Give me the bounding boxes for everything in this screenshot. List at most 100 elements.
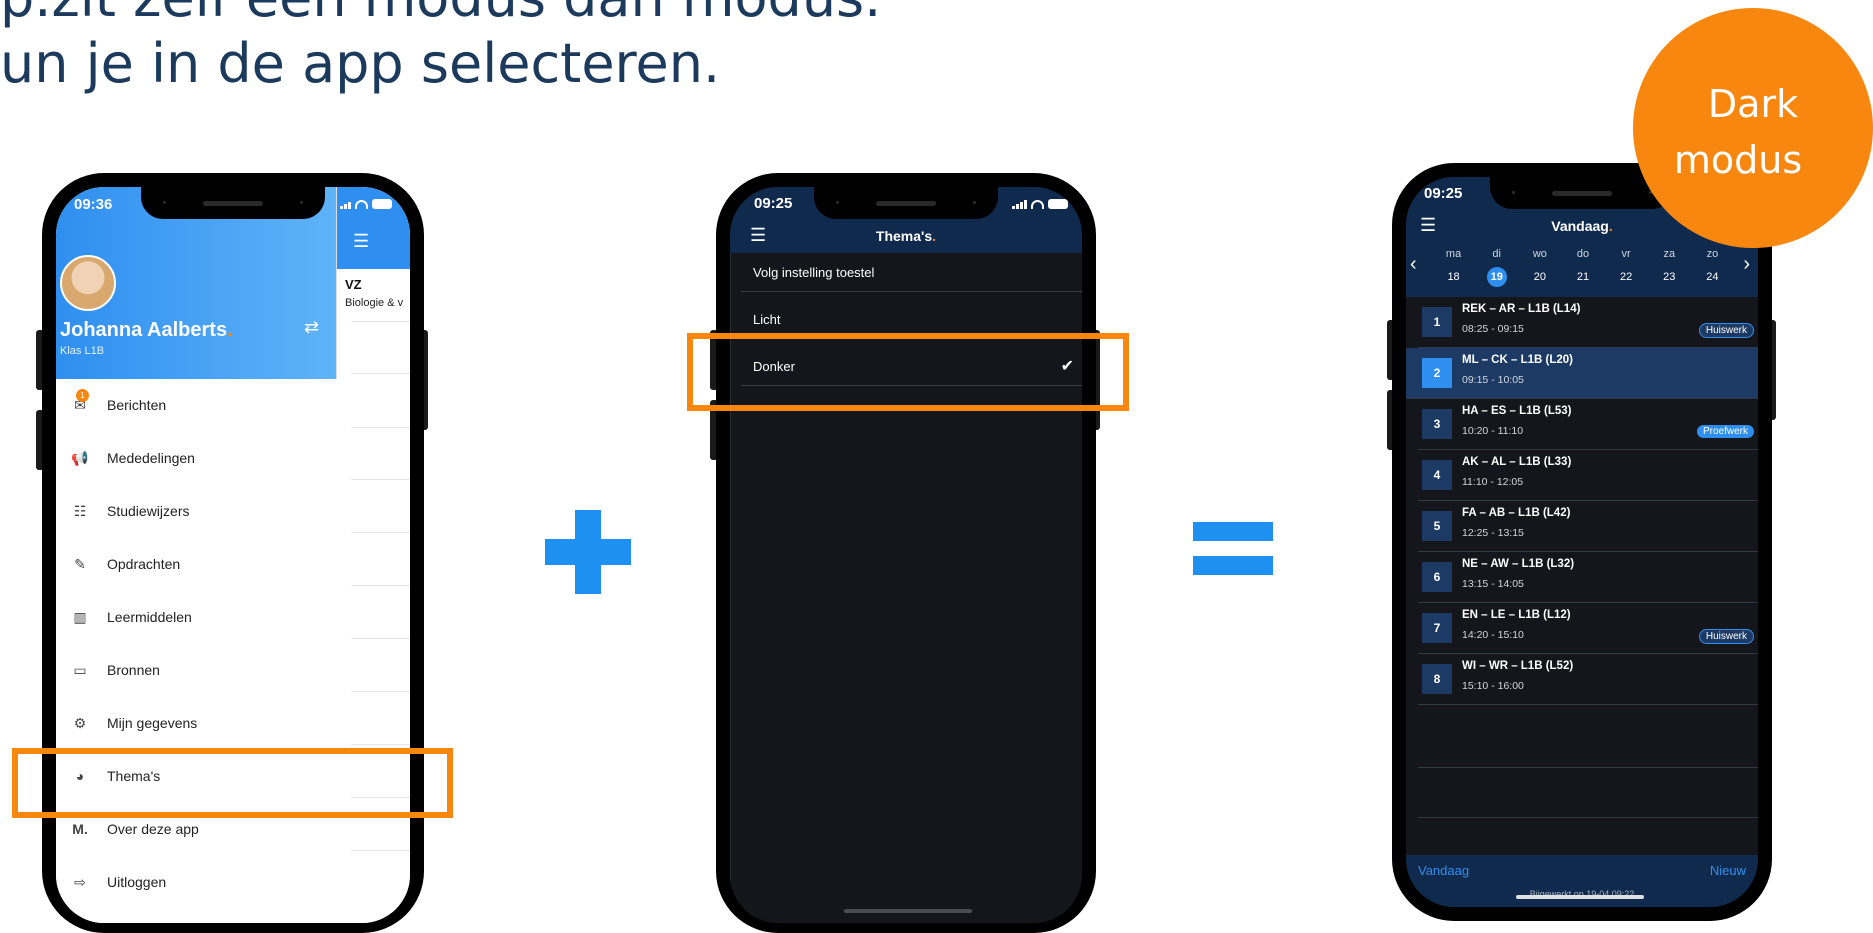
plus-sign xyxy=(545,510,631,594)
status-time: 09:25 xyxy=(1424,185,1463,202)
status-time: 09:36 xyxy=(74,196,113,213)
books-icon: ▥ xyxy=(73,608,87,625)
menu-item-bronnen[interactable]: ▭ Bronnen xyxy=(66,650,160,690)
day-name: ma xyxy=(1445,248,1462,260)
highlight-donker xyxy=(687,333,1129,411)
day-name: zo xyxy=(1706,248,1719,260)
lesson-title: ML – CK – L1B (L20) xyxy=(1462,354,1573,366)
wifi-icon xyxy=(355,200,368,209)
day-date: 24 xyxy=(1706,271,1719,283)
lesson-number: 1 xyxy=(1422,307,1452,337)
highlight-themas xyxy=(12,748,453,818)
lesson-time: 13:15 - 14:05 xyxy=(1462,578,1524,590)
day-date: 23 xyxy=(1663,271,1676,283)
schedule-footer: Vandaag Nieuw Bijgewerkt op 19-04 09:22 xyxy=(1406,855,1758,907)
menu-item-mededelingen[interactable]: 📢 Mededelingen xyxy=(66,438,195,478)
phone-menu: Johanna Aalberts. ⇄ Klas L1B ☰ VZ Biolog… xyxy=(42,173,424,933)
slide-headline: p.zit zelf een modus dan modus. un je in… xyxy=(0,0,881,97)
hamburger-icon[interactable]: ☰ xyxy=(353,231,369,252)
panel-subtitle: Biologie & v xyxy=(345,297,404,309)
wifi-icon xyxy=(1031,200,1044,209)
lesson-list: 1 REK – AR – L1B (L14) 08:25 - 09:15 Huiswe… xyxy=(1406,297,1758,757)
unread-badge: 1 xyxy=(76,388,89,402)
option-follow-device[interactable]: Volg instelling toestel xyxy=(741,253,1082,292)
menu-list: ✉ 1 Berichten 📢 Mededelingen ☷ Studiewijz… xyxy=(56,379,338,923)
phone-schedule: ☰ Vandaag. ‹ › ma 18 di 19 wo 20 do 21 vr 22 za 23 z… xyxy=(1392,163,1772,921)
day-date: 19 xyxy=(1486,267,1507,287)
day-ma[interactable]: ma 18 xyxy=(1432,245,1475,287)
lesson-title: NE – AW – L1B (L32) xyxy=(1462,558,1575,570)
day-date: 21 xyxy=(1576,271,1590,283)
signpost-icon: ☷ xyxy=(73,502,87,519)
lesson-title: REK – AR – L1B (L14) xyxy=(1462,303,1581,315)
lesson-title: EN – LE – L1B (L12) xyxy=(1462,609,1571,621)
day-date: 20 xyxy=(1533,271,1546,283)
prev-week-icon[interactable]: ‹ xyxy=(1410,253,1417,276)
menu-item-opdrachten[interactable]: ✎ Opdrachten xyxy=(66,544,180,584)
status-time: 09:25 xyxy=(754,195,793,212)
lesson-title: WI – WR – L1B (L52) xyxy=(1462,660,1574,672)
day-selector: ma 18 di 19 wo 20 do 21 vr 22 za 23 zo 24 xyxy=(1432,245,1734,289)
menu-item-studiewijzers[interactable]: ☷ Studiewijzers xyxy=(66,491,190,531)
headline-line-1: p.zit zelf een modus dan modus. xyxy=(0,0,881,31)
phone-themes: ☰ Thema's. 09:25 Volg instelling toestel… xyxy=(716,173,1096,933)
day-di[interactable]: di 19 xyxy=(1475,245,1518,287)
switch-account-icon[interactable]: ⇄ xyxy=(304,317,319,338)
day-name: vr xyxy=(1621,248,1631,260)
menu-item-uitloggen[interactable]: ⇨ Uitloggen xyxy=(66,862,166,902)
menu-item-mijn-gegevens[interactable]: ⚙ Mijn gegevens xyxy=(66,703,198,743)
battery-icon xyxy=(372,199,392,209)
badge-line-2: modus xyxy=(1673,138,1803,182)
lesson-tag: Huiswerk xyxy=(1698,629,1754,644)
menu-item-berichten[interactable]: ✉ 1 Berichten xyxy=(66,385,166,425)
menu-item-leermiddelen[interactable]: ▥ Leermiddelen xyxy=(66,597,191,637)
battery-icon xyxy=(1048,199,1068,209)
lesson-title: HA – ES – L1B (L53) xyxy=(1462,405,1572,417)
lesson-row[interactable]: 4 AK – AL – L1B (L33) 11:10 - 12:05 xyxy=(1418,450,1758,501)
day-wo[interactable]: wo 20 xyxy=(1518,245,1561,287)
headline-line-2: un je in de app selecteren. xyxy=(0,32,721,95)
lesson-row[interactable]: 1 REK – AR – L1B (L14) 08:25 - 09:15 Huiswe… xyxy=(1418,297,1758,348)
day-za[interactable]: za 23 xyxy=(1648,245,1691,287)
lesson-number: 3 xyxy=(1422,409,1452,439)
day-name: di xyxy=(1492,248,1501,260)
phone-schedule-screen: ☰ Vandaag. ‹ › ma 18 di 19 wo 20 do 21 vr 22 za 23 z… xyxy=(1406,177,1758,907)
lesson-number: 8 xyxy=(1422,664,1452,694)
dark-mode-badge: Dark modus xyxy=(1633,8,1873,248)
envelope-icon: ✉ 1 xyxy=(66,388,94,414)
day-do[interactable]: do 21 xyxy=(1561,245,1604,287)
lesson-row[interactable]: 7 EN – LE – L1B (L12) 14:20 - 15:10 Huiswer… xyxy=(1418,603,1758,654)
lesson-title: AK – AL – L1B (L33) xyxy=(1462,456,1572,468)
day-date: 18 xyxy=(1447,271,1460,283)
status-icons xyxy=(340,199,392,209)
lesson-time: 15:10 - 16:00 xyxy=(1462,680,1524,692)
equals-sign xyxy=(1193,522,1273,578)
lesson-number: 7 xyxy=(1422,613,1452,643)
megaphone-icon: 📢 xyxy=(71,449,89,466)
lesson-tag: Proefwerk xyxy=(1696,425,1754,438)
day-vr[interactable]: vr 22 xyxy=(1605,245,1648,287)
lesson-number: 6 xyxy=(1422,562,1452,592)
lesson-row[interactable]: 8 WI – WR – L1B (L52) 15:10 - 16:00 xyxy=(1418,654,1758,705)
folder-icon: ▭ xyxy=(73,661,87,678)
avatar xyxy=(60,255,116,311)
next-week-icon[interactable]: › xyxy=(1743,253,1750,276)
badge-line-1: Dark xyxy=(1707,82,1799,126)
gear-icon: ⚙ xyxy=(73,714,87,731)
panel-heading: VZ xyxy=(345,277,362,292)
lesson-number: 5 xyxy=(1422,511,1452,541)
lesson-row[interactable]: 5 FA – AB – L1B (L42) 12:25 - 13:15 xyxy=(1418,501,1758,552)
class-label: Klas L1B xyxy=(60,345,105,357)
lesson-time: 10:20 - 11:10 xyxy=(1462,425,1524,437)
signal-icon xyxy=(340,202,351,209)
new-link[interactable]: Nieuw xyxy=(1710,863,1746,878)
pencil-icon: ✎ xyxy=(74,555,86,572)
day-zo[interactable]: zo 24 xyxy=(1691,245,1734,287)
phone-themes-screen: ☰ Thema's. 09:25 Volg instelling toestel… xyxy=(730,187,1082,923)
lesson-row[interactable]: 2 ML – CK – L1B (L20) 09:15 - 10:05 xyxy=(1406,348,1758,399)
home-indicator xyxy=(1516,895,1644,899)
day-name: wo xyxy=(1532,248,1547,260)
lesson-row[interactable]: 3 HA – ES – L1B (L53) 10:20 - 11:10 Proefwe… xyxy=(1418,399,1758,450)
lesson-row[interactable]: 6 NE – AW – L1B (L32) 13:15 - 14:05 xyxy=(1418,552,1758,603)
today-link[interactable]: Vandaag xyxy=(1418,863,1469,878)
